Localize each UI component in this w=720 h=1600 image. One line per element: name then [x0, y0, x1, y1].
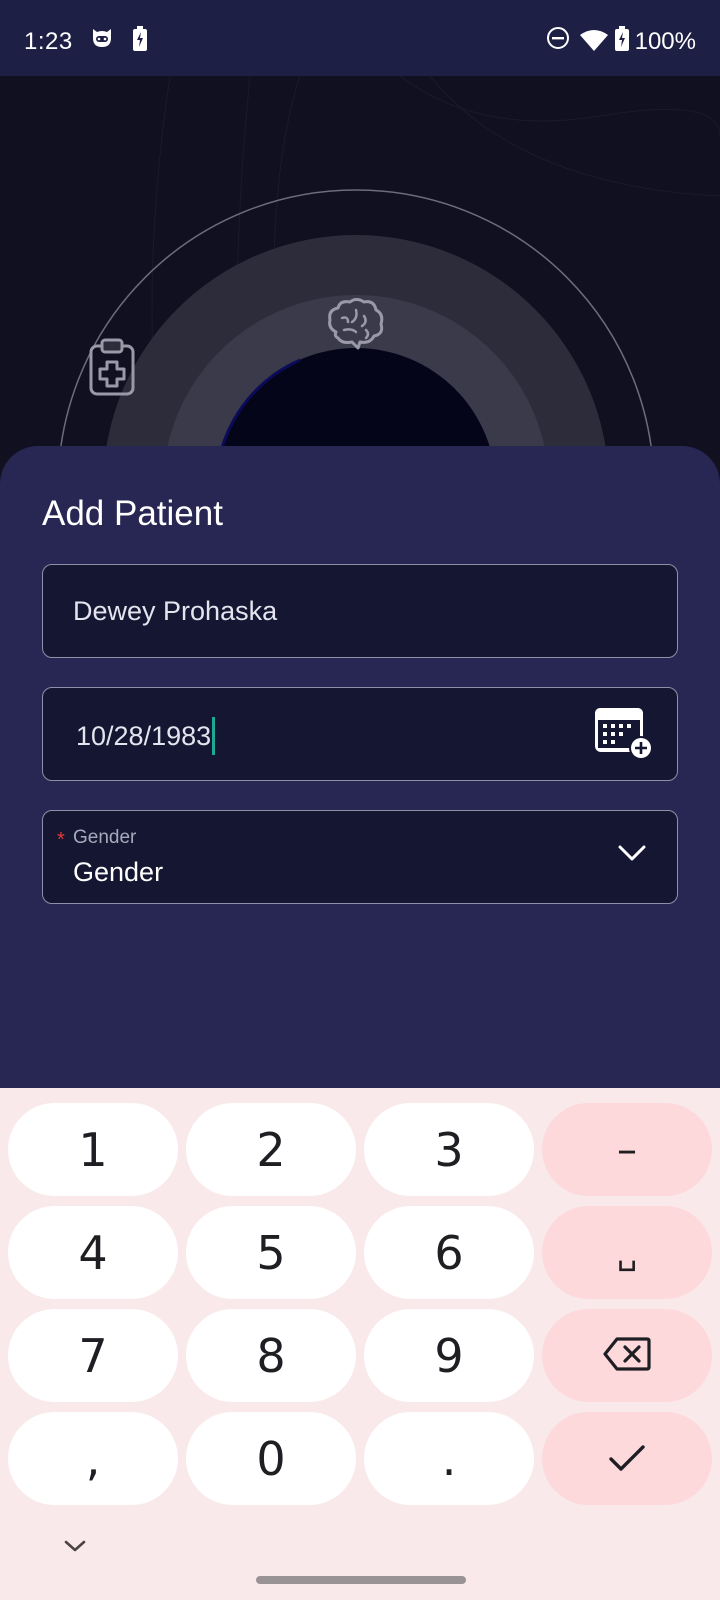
date-of-birth-field[interactable]: 10/28/1983 — [42, 687, 678, 781]
gender-value: Gender — [73, 857, 164, 887]
backspace-icon — [603, 1329, 651, 1383]
key-comma[interactable]: , — [8, 1412, 178, 1505]
battery-charging-icon — [614, 26, 630, 57]
checkmark-icon — [607, 1432, 647, 1486]
key-done[interactable] — [542, 1412, 712, 1505]
required-mark: * — [57, 829, 65, 851]
date-of-birth-value: 10/28/1983 — [76, 721, 212, 752]
status-bar: 1:23 100% — [0, 0, 720, 76]
key-period[interactable]: . — [364, 1412, 534, 1505]
home-indicator[interactable] — [256, 1576, 466, 1584]
add-patient-sheet: Add Patient Dewey Prohaska 10/28/1983 * … — [0, 446, 720, 1090]
key-5[interactable]: 5 — [186, 1206, 356, 1299]
hero-illustration — [0, 76, 720, 456]
key-2[interactable]: 2 — [186, 1103, 356, 1196]
text-caret — [212, 717, 216, 755]
key-backspace[interactable] — [542, 1309, 712, 1402]
key-6[interactable]: 6 — [364, 1206, 534, 1299]
wifi-icon — [580, 30, 608, 57]
status-time: 1:23 — [24, 28, 73, 55]
key-space[interactable]: ␣ — [542, 1206, 712, 1299]
hide-keyboard-icon[interactable] — [62, 1538, 88, 1559]
key-0[interactable]: 0 — [186, 1412, 356, 1505]
battery-percentage: 100% — [634, 28, 696, 55]
calendar-add-icon[interactable] — [593, 706, 655, 762]
key-8[interactable]: 8 — [186, 1309, 356, 1402]
key-7[interactable]: 7 — [8, 1309, 178, 1402]
key-dash[interactable]: – — [542, 1103, 712, 1196]
battery-saver-icon — [132, 26, 148, 57]
key-4[interactable]: 4 — [8, 1206, 178, 1299]
chevron-down-icon[interactable] — [617, 843, 647, 868]
key-9[interactable]: 9 — [364, 1309, 534, 1402]
sheet-title: Add Patient — [42, 494, 223, 533]
gender-label: Gender — [73, 827, 137, 848]
numeric-keyboard: 1 2 3 – 4 5 6 ␣ 7 8 9 , 0 . — [0, 1088, 720, 1600]
key-3[interactable]: 3 — [364, 1103, 534, 1196]
do-not-disturb-icon — [546, 26, 570, 55]
patient-name-field[interactable]: Dewey Prohaska — [42, 564, 678, 658]
gender-dropdown[interactable]: * Gender Gender — [42, 810, 678, 904]
key-1[interactable]: 1 — [8, 1103, 178, 1196]
cat-face-icon — [90, 26, 114, 55]
patient-name-value: Dewey Prohaska — [73, 596, 278, 626]
